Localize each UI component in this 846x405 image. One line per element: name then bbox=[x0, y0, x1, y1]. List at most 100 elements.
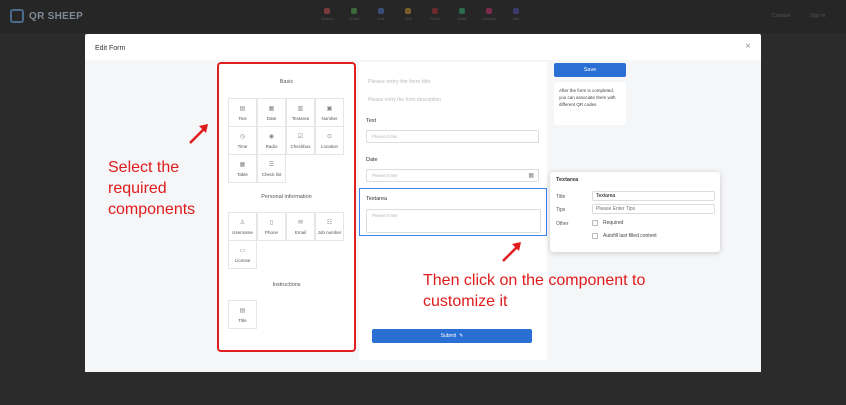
calendar-icon: ▦ bbox=[528, 173, 534, 179]
qr-logo-icon bbox=[10, 9, 24, 23]
component-tile-label: Location bbox=[320, 143, 338, 149]
license-icon: ▭ bbox=[239, 247, 246, 254]
top-nav-label: Link bbox=[377, 16, 385, 21]
time-icon: ◷ bbox=[239, 133, 246, 140]
required-checkbox[interactable]: Required bbox=[592, 220, 623, 226]
instruction-components-grid: ▤ Title bbox=[228, 300, 344, 329]
textarea-field-label: Textarea bbox=[366, 196, 388, 202]
top-nav: Button Sheet Link Text Form Data Contact Site bbox=[318, 8, 525, 21]
top-nav-label: Data bbox=[457, 16, 467, 21]
top-nav-label: Sheet bbox=[348, 16, 360, 21]
form-preview: Please entry the form title Please entry… bbox=[359, 62, 547, 360]
phone-icon: ▯ bbox=[269, 219, 274, 226]
component-tile-label: Date bbox=[266, 115, 277, 121]
date-field-placeholder: Please Enter bbox=[372, 173, 398, 178]
component-tile-job-number[interactable]: ☷ Job number bbox=[315, 212, 344, 241]
textarea-component-selected[interactable]: Textarea Please Enter bbox=[359, 188, 547, 236]
title-label: Title bbox=[556, 194, 566, 200]
nav-icon bbox=[432, 8, 438, 14]
arrow-up-right-icon bbox=[502, 242, 521, 262]
autofill-label: Autofill last filled content bbox=[603, 233, 657, 239]
nav-icon bbox=[513, 8, 519, 14]
checkbox-icon: ☑ bbox=[297, 133, 304, 140]
check-list-icon: ☰ bbox=[268, 161, 275, 168]
component-tile-username[interactable]: ♙ Username bbox=[228, 212, 257, 241]
nav-icon bbox=[459, 8, 465, 14]
save-button[interactable]: Save bbox=[554, 63, 626, 77]
date-field-label: Date bbox=[366, 157, 378, 163]
arrow-up-right-icon bbox=[189, 124, 208, 144]
component-tile-text[interactable]: ▤ Text bbox=[228, 98, 257, 127]
sign-in-link[interactable]: Sign in bbox=[810, 13, 825, 19]
date-icon: ▦ bbox=[268, 105, 275, 112]
top-nav-item[interactable]: Sheet bbox=[345, 8, 363, 21]
component-tile-title[interactable]: ▤ Title bbox=[228, 300, 257, 329]
close-icon[interactable]: × bbox=[745, 41, 751, 52]
nav-icon bbox=[486, 8, 492, 14]
form-description-input[interactable]: Please entry the form description bbox=[368, 97, 441, 103]
title-input[interactable] bbox=[592, 191, 715, 201]
tips-label: Tips bbox=[556, 207, 566, 213]
component-tile-location[interactable]: ⊙ Location bbox=[315, 126, 344, 155]
textarea-icon: ▥ bbox=[297, 105, 304, 112]
component-tile-label: License bbox=[234, 257, 251, 263]
component-tile-check-list[interactable]: ☰ Check list bbox=[257, 154, 286, 183]
top-nav-item[interactable]: Link bbox=[372, 8, 390, 21]
component-palette: Basic ▤ Text ▦ Date ▥ Textarea ▣ Number ◷ Time ◉ Ra… bbox=[217, 62, 356, 352]
component-tile-radio[interactable]: ◉ Radio bbox=[257, 126, 286, 155]
top-nav-item[interactable]: Data bbox=[453, 8, 471, 21]
component-tile-label: Table bbox=[237, 171, 248, 177]
annotation-select-components: Select the required components bbox=[108, 159, 196, 218]
username-icon: ♙ bbox=[239, 219, 246, 226]
top-nav-item[interactable]: Text bbox=[399, 8, 417, 21]
top-nav-item[interactable]: Form bbox=[426, 8, 444, 21]
component-tile-label: Job number bbox=[317, 229, 342, 235]
textarea-field-input[interactable]: Please Enter bbox=[366, 209, 541, 233]
table-icon: ▦ bbox=[239, 161, 246, 168]
top-nav-label: Contact bbox=[482, 16, 496, 21]
component-tile-date[interactable]: ▦ Date bbox=[257, 98, 286, 127]
form-title-input[interactable]: Please entry the form title bbox=[368, 79, 430, 85]
top-nav-label: Text bbox=[404, 16, 412, 21]
logo[interactable]: QR SHEEP bbox=[10, 9, 83, 23]
component-tile-label: Checkbox bbox=[290, 143, 311, 149]
tips-input[interactable] bbox=[592, 204, 715, 214]
required-label: Required bbox=[603, 220, 624, 226]
top-nav-item[interactable]: Contact bbox=[480, 8, 498, 21]
component-tile-textarea[interactable]: ▥ Textarea bbox=[286, 98, 315, 127]
job-number-icon: ☷ bbox=[326, 219, 333, 226]
component-tile-label: Radio bbox=[265, 143, 278, 149]
component-tile-number[interactable]: ▣ Number bbox=[315, 98, 344, 127]
radio-icon: ◉ bbox=[268, 133, 275, 140]
console-link[interactable]: Console bbox=[772, 13, 790, 19]
component-tile-table[interactable]: ▦ Table bbox=[228, 154, 257, 183]
props-heading: Textarea bbox=[556, 177, 579, 183]
component-tile-phone[interactable]: ▯ Phone bbox=[257, 212, 286, 241]
hint-text: After the form is completed, you can ass… bbox=[554, 82, 626, 125]
nav-icon bbox=[324, 8, 330, 14]
annotation-customize: Then click on the component to customize… bbox=[423, 272, 646, 310]
component-tile-email[interactable]: ✉ Email bbox=[286, 212, 315, 241]
email-icon: ✉ bbox=[297, 219, 304, 226]
basic-components-grid: ▤ Text ▦ Date ▥ Textarea ▣ Number ◷ Time ◉ Radio ☑ Ch… bbox=[228, 98, 344, 183]
submit-button[interactable]: Submit ✎ bbox=[372, 329, 532, 343]
component-tile-label: Number bbox=[321, 115, 338, 121]
component-tile-label: Phone bbox=[264, 229, 278, 235]
component-tile-license[interactable]: ▭ License bbox=[228, 240, 257, 269]
component-tile-checkbox[interactable]: ☑ Checkbox bbox=[286, 126, 315, 155]
personal-components-grid: ♙ Username ▯ Phone ✉ Email ☷ Job number ▭ License bbox=[228, 212, 344, 269]
component-tile-label: Check list bbox=[261, 171, 282, 177]
text-field-input[interactable]: Please Enter bbox=[366, 130, 539, 143]
date-field-input[interactable]: Please Enter ▦ bbox=[366, 169, 539, 182]
top-nav-item[interactable]: Button bbox=[318, 8, 336, 21]
component-tile-label: Title bbox=[238, 317, 247, 323]
top-nav-label: Site bbox=[512, 16, 520, 21]
submit-label: Submit bbox=[440, 333, 457, 339]
nav-icon bbox=[351, 8, 357, 14]
top-nav-item[interactable]: Site bbox=[507, 8, 525, 21]
autofill-checkbox[interactable]: Autofill last filled content bbox=[592, 233, 657, 239]
component-tile-time[interactable]: ◷ Time bbox=[228, 126, 257, 155]
title-icon: ▤ bbox=[239, 307, 246, 314]
component-tile-label: Username bbox=[232, 229, 253, 235]
edit-icon: ✎ bbox=[459, 333, 464, 339]
